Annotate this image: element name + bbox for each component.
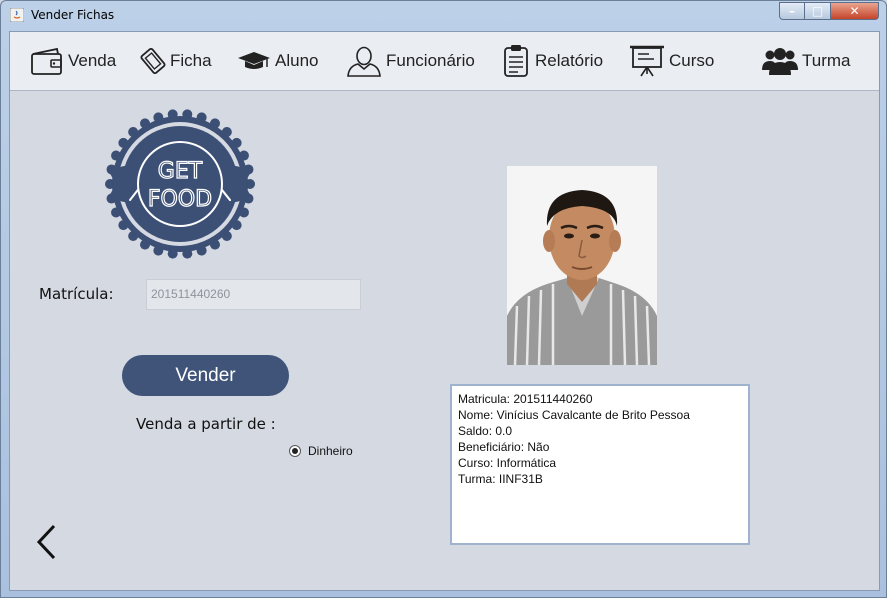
presentation-board-icon bbox=[630, 45, 664, 77]
menu-venda-label: Venda bbox=[68, 51, 117, 70]
ticket-icon bbox=[140, 47, 166, 75]
user-outline-icon bbox=[347, 46, 381, 77]
group-icon bbox=[762, 48, 798, 75]
app-window: Vender Fichas – □ ✕ Venda Ficha Aluno Fu… bbox=[0, 0, 887, 598]
menu-ficha-label: Ficha bbox=[170, 51, 212, 70]
minimize-icon: – bbox=[789, 4, 795, 18]
menu-aluno-label: Aluno bbox=[275, 51, 319, 70]
info-line-matricula: Matricula: 201511440260 bbox=[458, 392, 593, 406]
title-bar[interactable]: Vender Fichas – □ ✕ bbox=[1, 1, 886, 31]
matricula-label: Matrícula: bbox=[39, 285, 114, 303]
menu-curso[interactable]: Curso bbox=[629, 44, 714, 78]
vender-button-label: Vender bbox=[175, 364, 236, 386]
maximize-icon: □ bbox=[811, 4, 824, 18]
radio-dinheiro-label: Dinheiro bbox=[308, 444, 353, 458]
graduation-cap-icon bbox=[238, 52, 270, 69]
minimize-button[interactable]: – bbox=[779, 2, 805, 20]
info-line-saldo: Saldo: 0.0 bbox=[458, 424, 513, 438]
info-line-curso: Curso: Informática bbox=[458, 456, 557, 470]
wallet-icon bbox=[31, 47, 62, 75]
close-icon: ✕ bbox=[849, 4, 860, 18]
close-button[interactable]: ✕ bbox=[831, 2, 879, 20]
menu-aluno[interactable]: Aluno bbox=[237, 44, 318, 78]
maximize-button[interactable]: □ bbox=[805, 2, 831, 20]
client-area: Venda Ficha Aluno Funcionário Relatório … bbox=[9, 31, 880, 591]
venda-a-partir-label: Venda a partir de : bbox=[136, 415, 276, 433]
java-app-icon bbox=[10, 8, 24, 22]
get-food-logo: GET FOOD bbox=[105, 109, 255, 259]
student-info-box[interactable]: Matricula: 201511440260 Nome: Vinícius C… bbox=[450, 384, 750, 545]
matricula-input[interactable]: 201511440260 bbox=[146, 279, 361, 310]
menu-turma[interactable]: Turma bbox=[762, 44, 851, 78]
menu-ficha[interactable]: Ficha bbox=[140, 44, 212, 78]
info-line-beneficiario: Beneficiário: Não bbox=[458, 440, 550, 454]
radio-dinheiro[interactable]: Dinheiro bbox=[289, 444, 353, 458]
student-photo bbox=[507, 166, 657, 365]
vender-button[interactable]: Vender bbox=[122, 355, 289, 396]
logo-text-line2: FOOD bbox=[148, 187, 212, 212]
logo-text-line1: GET bbox=[158, 159, 203, 184]
menu-toolbar: Venda Ficha Aluno Funcionário Relatório … bbox=[10, 32, 879, 91]
clipboard-icon bbox=[504, 45, 528, 77]
menu-funcionario[interactable]: Funcionário bbox=[346, 44, 475, 78]
menu-curso-label: Curso bbox=[669, 51, 715, 70]
menu-relatorio[interactable]: Relatório bbox=[501, 44, 603, 78]
info-line-nome: Nome: Vinícius Cavalcante de Brito Pesso… bbox=[458, 408, 690, 422]
window-title: Vender Fichas bbox=[31, 8, 115, 22]
menu-venda[interactable]: Venda bbox=[30, 44, 116, 78]
radio-button[interactable] bbox=[289, 445, 301, 457]
menu-turma-label: Turma bbox=[802, 51, 851, 70]
menu-funcionario-label: Funcionário bbox=[386, 51, 475, 70]
menu-relatorio-label: Relatório bbox=[535, 51, 604, 70]
info-line-turma: Turma: IINF31B bbox=[458, 472, 543, 486]
back-arrow-icon[interactable] bbox=[34, 522, 60, 562]
